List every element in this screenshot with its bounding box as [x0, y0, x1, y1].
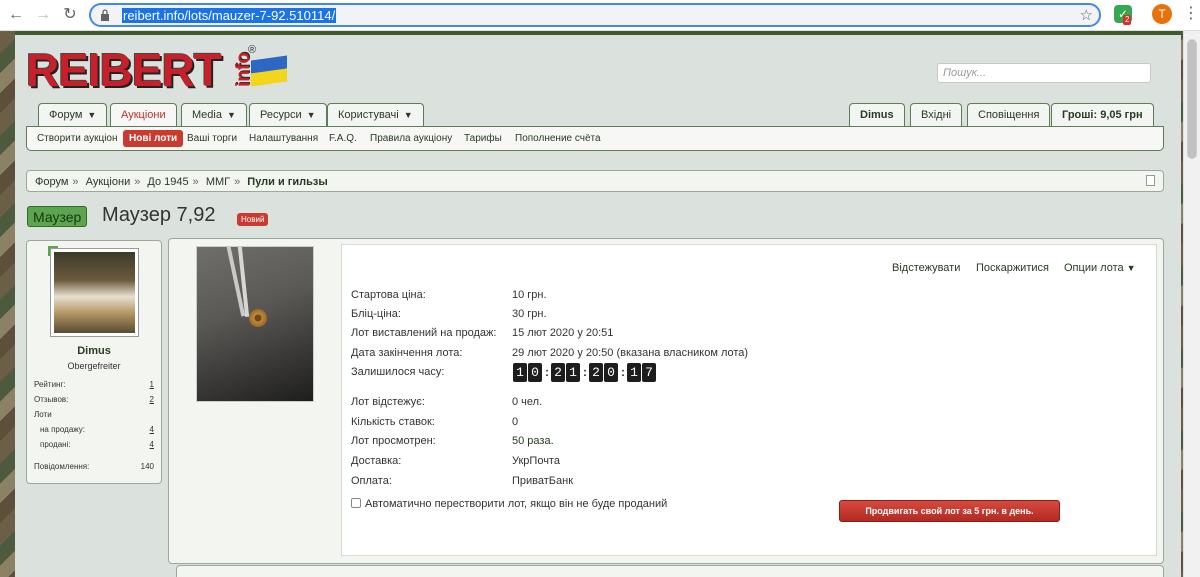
field-payment: Оплата: ПриватБанк	[351, 475, 574, 487]
seller-panel: Dimus Obergefreiter Рейтинг: 1 Отзывов: 2 …	[26, 240, 162, 484]
chevron-down-icon: ▼	[87, 110, 97, 120]
tab-inbox[interactable]: Вхідні	[910, 103, 963, 127]
field-delivery: Доставка: УкрПочта	[351, 455, 560, 467]
stat-sold: продані: 4	[40, 440, 154, 449]
lot-details: Відстежувати Поскаржитися Опции лота ▼ С…	[341, 244, 1157, 556]
field-end-date: Дата закінчення лота: 29 лют 2020 у 20:50…	[351, 347, 749, 359]
breadcrumb-item[interactable]: ММГ	[206, 176, 230, 188]
field-bid-count: Кількість ставок: 0	[351, 416, 519, 428]
breadcrumb-item[interactable]: Аукціони	[86, 176, 131, 188]
forward-arrow-icon[interactable]: →	[33, 5, 53, 25]
auto-relist-checkbox[interactable]	[351, 498, 361, 508]
ukraine-flag-icon	[251, 55, 287, 87]
document-icon[interactable]	[1146, 175, 1155, 186]
tab-balance[interactable]: Гроші: 9,05 грн	[1051, 103, 1154, 127]
breadcrumb-item[interactable]: Форум	[35, 176, 68, 188]
subnav-new-lots[interactable]: Нові лоти	[123, 130, 184, 147]
page-title: Маузер 7,92	[102, 204, 216, 226]
auto-relist-option[interactable]: Автоматично перестворити лот, якщо він н…	[351, 498, 667, 510]
scrollbar-thumb[interactable]	[1187, 39, 1197, 159]
field-buy-now-price: Бліц-ціна: 30 грн.	[351, 308, 547, 320]
lot-options-menu[interactable]: Опции лота ▼	[1064, 262, 1136, 274]
field-listed-date: Лот виставлений на продаж: 15 лют 2020 у …	[351, 327, 614, 339]
bookmark-star-icon[interactable]: ☆	[1080, 6, 1093, 24]
subnav-faq[interactable]: F.A.Q.	[329, 133, 357, 144]
subnav-top-up[interactable]: Пополнение счёта	[515, 133, 601, 144]
next-section-panel	[176, 565, 1164, 577]
seller-name[interactable]: Dimus	[27, 345, 161, 357]
field-time-left: Залишилося часу:	[351, 366, 445, 378]
chevron-down-icon: ▼	[226, 110, 236, 120]
tab-forum[interactable]: Форум ▼	[38, 103, 108, 127]
subnav-my-bids[interactable]: Ваші торги	[187, 133, 237, 144]
tab-users[interactable]: Користувачі ▼	[327, 103, 424, 127]
address-bar[interactable]: reibert.info/lots/mauzer-7-92.510114/ ☆	[89, 3, 1101, 27]
stat-lots: Лоти	[34, 410, 52, 419]
browser-toolbar: ← → ↻ reibert.info/lots/mauzer-7-92.5101…	[0, 0, 1200, 31]
profile-avatar[interactable]: T	[1152, 4, 1172, 24]
page-scrollbar[interactable]	[1183, 31, 1200, 577]
stat-messages: Повідомлення: 140	[34, 462, 154, 471]
stat-for-sale: на продажу: 4	[40, 425, 154, 434]
breadcrumb-item[interactable]: До 1945	[147, 176, 188, 188]
lock-icon	[101, 9, 109, 21]
site-logo[interactable]: REIBERT	[26, 47, 222, 93]
subnav-settings[interactable]: Налаштування	[249, 133, 318, 144]
breadcrumb-current[interactable]: Пули и гильзы	[247, 176, 327, 188]
avatar[interactable]	[50, 248, 139, 337]
seller-rank: Obergefreiter	[67, 361, 121, 371]
stat-rating: Рейтинг: 1	[34, 380, 154, 389]
subnav-create-auction[interactable]: Створити аукціон	[37, 133, 118, 144]
lot-prefix[interactable]: Маузер	[27, 206, 88, 227]
tab-resources[interactable]: Ресурси ▼	[249, 103, 327, 127]
field-start-price: Стартова ціна: 10 грн.	[351, 289, 547, 301]
tab-account[interactable]: Dimus	[849, 103, 905, 127]
report-link[interactable]: Поскаржитися	[976, 262, 1049, 274]
tab-auctions[interactable]: Аукціони	[110, 103, 177, 128]
extension-badge: 2	[1123, 15, 1132, 25]
more-menu-icon[interactable]: ⋮	[1183, 5, 1199, 23]
subnav-auction-rules[interactable]: Правила аукціону	[370, 133, 452, 144]
field-views: Лот просмотрен: 50 раза.	[351, 435, 554, 447]
registered-mark: ®	[248, 44, 257, 56]
field-watchers: Лот відстежує: 0 чел.	[351, 396, 543, 408]
chevron-down-icon: ▼	[306, 110, 316, 120]
back-arrow-icon[interactable]: ←	[6, 5, 26, 25]
chevron-down-icon: ▼	[403, 110, 413, 120]
tab-alerts[interactable]: Сповіщення	[967, 103, 1051, 127]
search-input[interactable]: Пошук...	[937, 63, 1151, 83]
url-text[interactable]: reibert.info/lots/mauzer-7-92.510114/	[122, 8, 337, 23]
chevron-down-icon: ▼	[1126, 263, 1136, 273]
stat-reviews: Отзывов: 2	[34, 395, 154, 404]
new-badge: Новий	[237, 213, 269, 226]
breadcrumb: Форум» Аукціони» До 1945» ММГ» Пули и ги…	[26, 170, 1164, 192]
subnav-tariffs[interactable]: Тарифы	[464, 133, 502, 144]
tab-media[interactable]: Media ▼	[181, 103, 247, 127]
auction-subnav: Створити аукціон Нові лоти Ваші торги На…	[26, 126, 1164, 151]
lot-photo[interactable]	[196, 246, 314, 402]
watch-link[interactable]: Відстежувати	[892, 262, 960, 274]
countdown-timer: 10:21:20:17	[513, 363, 657, 382]
reload-icon[interactable]: ↻	[60, 5, 80, 25]
promote-lot-button[interactable]: Продвигать свой лот за 5 грн. в день.	[839, 500, 1060, 522]
